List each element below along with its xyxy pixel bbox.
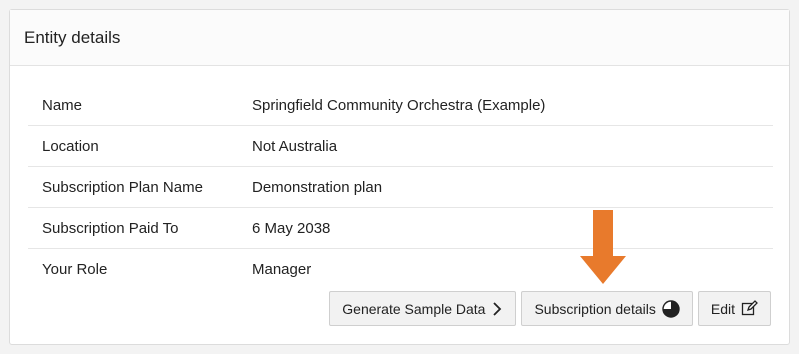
table-row-name: Name Springfield Community Orchestra (Ex… — [28, 85, 773, 126]
panel-header: Entity details — [10, 10, 789, 66]
table-row-role: Your Role Manager — [28, 249, 773, 290]
table-row-plan-name: Subscription Plan Name Demonstration pla… — [28, 167, 773, 208]
chevron-right-icon — [491, 301, 503, 317]
subscription-details-label: Subscription details — [534, 300, 656, 317]
row-value: 6 May 2038 — [252, 219, 331, 237]
row-value: Springfield Community Orchestra (Example… — [252, 96, 546, 114]
panel-title: Entity details — [24, 27, 121, 47]
pie-chart-icon — [662, 299, 680, 318]
down-arrow-icon — [580, 210, 626, 284]
table-row-paid-to: Subscription Paid To 6 May 2038 — [28, 208, 773, 249]
entity-details-panel: Entity details Name Springfield Communit… — [9, 9, 790, 345]
action-buttons: Generate Sample Data Subscription detail… — [329, 291, 771, 326]
row-label: Subscription Paid To — [42, 219, 179, 237]
row-label: Name — [42, 96, 83, 114]
details-table: Name Springfield Community Orchestra (Ex… — [28, 85, 773, 290]
edit-label: Edit — [710, 300, 735, 317]
row-value: Demonstration plan — [252, 178, 383, 196]
generate-sample-data-label: Generate Sample Data — [342, 300, 486, 317]
edit-button[interactable]: Edit — [697, 291, 771, 326]
row-label: Your Role — [42, 261, 108, 278]
table-row-location: Location Not Australia — [28, 126, 773, 167]
subscription-details-button[interactable]: Subscription details — [521, 291, 693, 326]
edit-icon — [741, 300, 758, 317]
row-label: Subscription Plan Name — [42, 178, 203, 196]
row-value: Manager — [252, 261, 312, 278]
row-value: Not Australia — [252, 137, 338, 155]
row-label: Location — [42, 137, 99, 155]
generate-sample-data-button[interactable]: Generate Sample Data — [329, 291, 517, 326]
